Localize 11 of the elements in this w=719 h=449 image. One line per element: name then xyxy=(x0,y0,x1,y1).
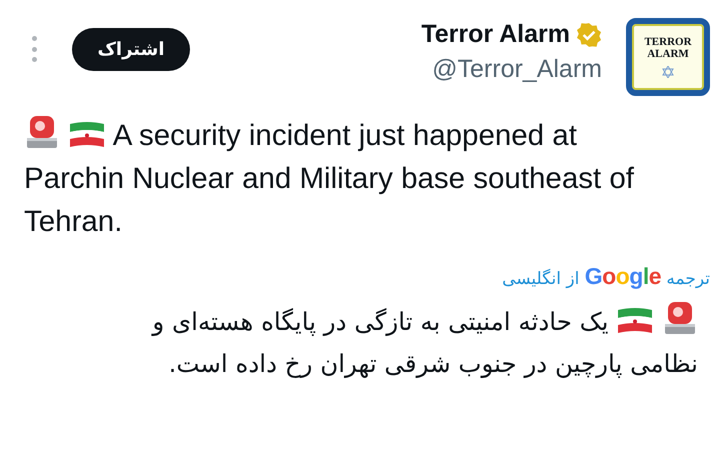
more-icon[interactable] xyxy=(30,36,38,62)
tweet-text: A security incident just happened at Parchin Nuclear and Military base southeast of Tehran. xyxy=(24,114,639,243)
account-handle[interactable]: @Terror_Alarm xyxy=(432,55,602,84)
subscribe-button[interactable]: اشتراک xyxy=(72,28,190,71)
account-name[interactable]: Terror Alarm xyxy=(421,20,570,49)
translated-text: یک حادثه امنیتی به تازگی در پایگاه هسته‌ای و نظامی پارچین در جنوب شرقی تهران رخ داده است. xyxy=(24,300,710,385)
siren-icon xyxy=(662,300,698,336)
siren-icon xyxy=(24,114,60,150)
avatar[interactable]: TERROR ALARM xyxy=(626,18,710,96)
flag-icon xyxy=(616,306,654,336)
flag-icon xyxy=(68,120,106,150)
